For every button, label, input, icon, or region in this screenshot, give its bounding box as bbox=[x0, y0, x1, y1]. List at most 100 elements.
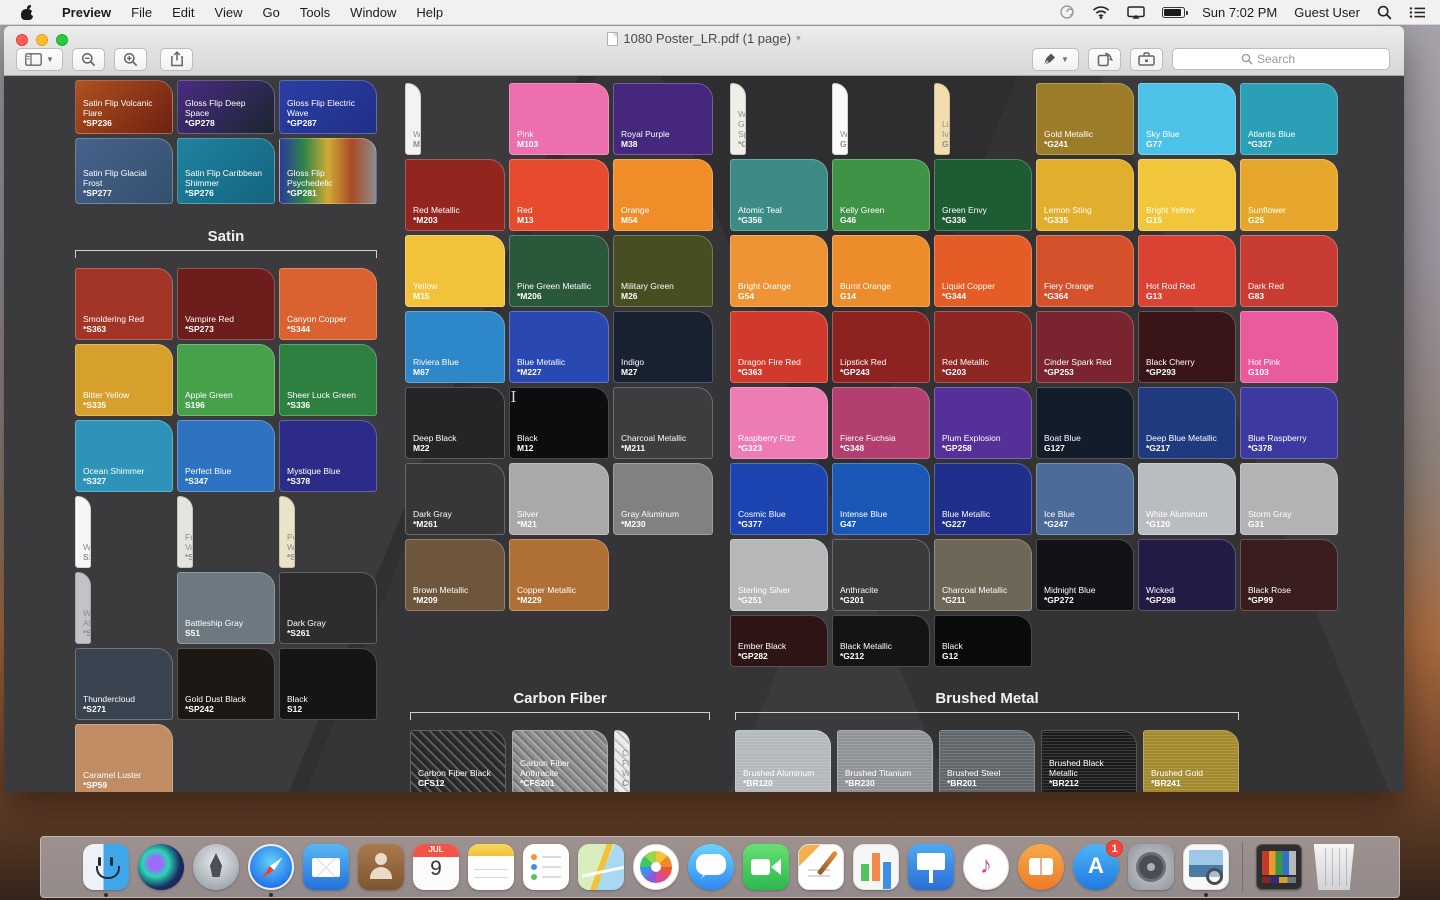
swatch-name: Brushed Steel bbox=[947, 768, 1027, 778]
color-swatch: Brown Metallic*M209 bbox=[405, 539, 505, 611]
swatch-code: *BR201 bbox=[947, 778, 1027, 788]
swatch-code: *G212 bbox=[840, 651, 922, 661]
color-swatch: Blue Metallic*M227 bbox=[509, 311, 609, 383]
dock-item-pages[interactable] bbox=[797, 843, 845, 891]
menu-view[interactable]: View bbox=[205, 0, 253, 25]
rotate-button[interactable] bbox=[1088, 48, 1121, 71]
title-chevron-icon[interactable]: ▾ bbox=[796, 33, 801, 44]
swatch-code: *G363 bbox=[738, 367, 820, 377]
zoom-in-button[interactable] bbox=[114, 48, 147, 71]
sidebar-view-button[interactable]: ▼ bbox=[16, 48, 63, 71]
swatch-code: *GP278 bbox=[185, 118, 267, 128]
color-swatch: BlackG12 bbox=[934, 615, 1032, 667]
dock-item-calendar[interactable]: JUL9 bbox=[412, 843, 460, 891]
dock-item-numbers[interactable] bbox=[852, 843, 900, 891]
dock-item-safari[interactable] bbox=[247, 843, 295, 891]
dock-item-keynote[interactable] bbox=[907, 843, 955, 891]
dock-item-photos[interactable] bbox=[632, 843, 680, 891]
battery-icon[interactable] bbox=[1162, 7, 1185, 18]
swatch-name: Ember Black bbox=[738, 641, 820, 651]
share-button[interactable] bbox=[160, 48, 193, 71]
search-icon bbox=[1241, 53, 1253, 65]
dock-item-preview[interactable] bbox=[1182, 843, 1230, 891]
menu-help[interactable]: Help bbox=[406, 0, 453, 25]
dock-item-sysprefs[interactable] bbox=[1127, 843, 1175, 891]
dock-item-trash[interactable] bbox=[1310, 843, 1358, 891]
swatch-code: *BR212 bbox=[1049, 778, 1129, 788]
menu-user[interactable]: Guest User bbox=[1294, 5, 1360, 20]
swatch-code: G12 bbox=[942, 651, 1024, 661]
search-input[interactable] bbox=[1257, 52, 1321, 66]
airplay-display-icon[interactable] bbox=[1127, 6, 1145, 19]
notification-center-icon[interactable] bbox=[1409, 6, 1426, 19]
dock-item-finder[interactable] bbox=[82, 843, 130, 891]
zoom-out-button[interactable] bbox=[72, 48, 105, 71]
swatch-group-matte: WhiteM10PinkM103Royal PurpleM38Red Metal… bbox=[405, 83, 713, 611]
markup-toolbox-button[interactable] bbox=[1130, 48, 1163, 71]
apple-menu-icon[interactable] bbox=[20, 5, 34, 20]
chevron-down-icon[interactable]: ▼ bbox=[1061, 55, 1069, 64]
dock-item-launchpad[interactable] bbox=[192, 843, 240, 891]
dock-item-notes[interactable] bbox=[467, 843, 515, 891]
swatch-name: Dark Red bbox=[1248, 281, 1330, 291]
swatch-name: Anthracite bbox=[840, 585, 922, 595]
swatch-name: Wicked bbox=[1146, 585, 1228, 595]
menu-clock[interactable]: Sun 7:02 PM bbox=[1202, 5, 1277, 20]
color-swatch: Ocean Shimmer*S327 bbox=[75, 420, 173, 492]
swatch-code: *S261 bbox=[287, 628, 369, 638]
section-bracket bbox=[410, 712, 710, 720]
dock-item-messages[interactable] bbox=[687, 843, 735, 891]
dock-item-mail[interactable] bbox=[302, 843, 350, 891]
swatch-code: *GP258 bbox=[942, 443, 1024, 453]
swatch-name: Caramel Luster bbox=[83, 770, 165, 780]
color-swatch: Apple GreenS196 bbox=[177, 344, 275, 416]
swatch-name: Ocean Shimmer bbox=[83, 466, 165, 476]
dock-item-maps[interactable] bbox=[577, 843, 625, 891]
color-swatch: WhiteM10 bbox=[405, 83, 421, 155]
document-proxy-icon[interactable] bbox=[607, 32, 618, 46]
swatch-code: G13 bbox=[1146, 291, 1228, 301]
swatch-code: *S363 bbox=[83, 324, 165, 334]
time-machine-icon[interactable] bbox=[1059, 4, 1075, 20]
color-swatch: Carbon Fiber Anthracite*CFS201 bbox=[512, 730, 608, 792]
menu-preview[interactable]: Preview bbox=[52, 0, 121, 25]
swatch-name: Kelly Green bbox=[840, 205, 922, 215]
color-swatch: Hot PinkG103 bbox=[1240, 311, 1338, 383]
color-swatch: Anthracite*G201 bbox=[832, 539, 930, 611]
swatch-name: Black bbox=[287, 694, 369, 704]
dock-item-pdfdoc[interactable] bbox=[1255, 843, 1303, 891]
dock-item-siri[interactable] bbox=[137, 843, 185, 891]
messages-icon bbox=[688, 844, 734, 890]
menu-file[interactable]: File bbox=[121, 0, 162, 25]
dock-item-facetime[interactable] bbox=[742, 843, 790, 891]
swatch-code: *GP293 bbox=[1146, 367, 1228, 377]
color-swatch: BlackM12 bbox=[509, 387, 609, 459]
dock-item-appstore[interactable]: 1 bbox=[1072, 843, 1120, 891]
markup-pen-button[interactable]: ▼ bbox=[1032, 48, 1079, 71]
color-swatch: Bright OrangeG54 bbox=[730, 235, 828, 307]
swatch-code: *G356 bbox=[738, 215, 820, 225]
itunes-icon bbox=[963, 844, 1009, 890]
swatch-name: Raspberry Fizz bbox=[738, 433, 820, 443]
preview-window: 1080 Poster_LR.pdf (1 page) ▾ ▼ bbox=[4, 26, 1404, 792]
search-field[interactable] bbox=[1172, 48, 1390, 70]
swatch-code: *BR241 bbox=[1151, 778, 1231, 788]
wifi-icon[interactable] bbox=[1092, 6, 1110, 19]
dock-item-ibooks[interactable] bbox=[1017, 843, 1065, 891]
color-swatch: WhiteS10 bbox=[75, 496, 91, 568]
menu-edit[interactable]: Edit bbox=[162, 0, 204, 25]
dock-item-reminders[interactable] bbox=[522, 843, 570, 891]
swatch-name: Pink bbox=[517, 129, 601, 139]
swatch-code: *M227 bbox=[517, 367, 601, 377]
swatch-name: Blue Metallic bbox=[942, 509, 1024, 519]
swatch-name: Brown Metallic bbox=[413, 585, 497, 595]
spotlight-icon[interactable] bbox=[1377, 5, 1392, 20]
dock-item-contacts[interactable] bbox=[357, 843, 405, 891]
color-swatch: Gold Metallic*G241 bbox=[1036, 83, 1134, 155]
dock-item-itunes[interactable] bbox=[962, 843, 1010, 891]
menu-tools[interactable]: Tools bbox=[290, 0, 340, 25]
swatch-code: *GP253 bbox=[1044, 367, 1126, 377]
menu-go[interactable]: Go bbox=[252, 0, 289, 25]
menu-window[interactable]: Window bbox=[340, 0, 406, 25]
mail-icon bbox=[303, 844, 349, 890]
